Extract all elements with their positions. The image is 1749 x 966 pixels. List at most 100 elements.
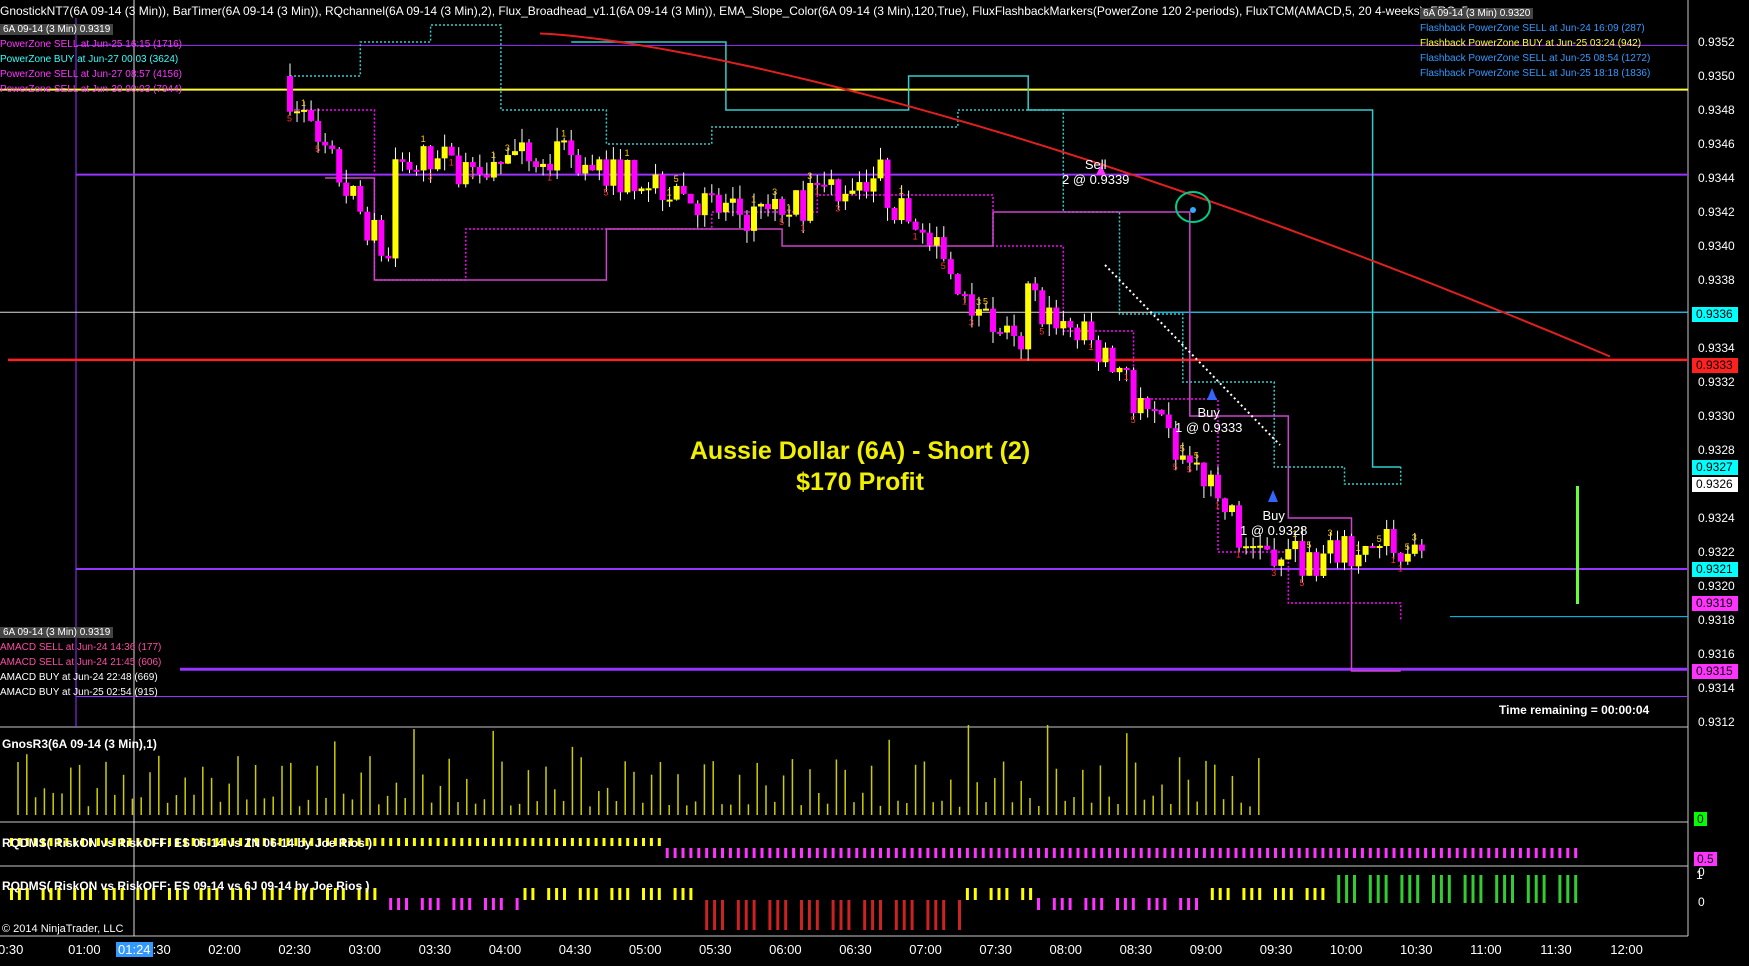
rqdms1-bar <box>373 838 377 846</box>
flux-level <box>571 41 1401 468</box>
rqdms2-bar <box>1226 888 1230 900</box>
candle-body <box>413 169 420 172</box>
rqdms1-bar <box>744 848 748 858</box>
rqdms1-bar <box>673 848 677 858</box>
rqdms2-bar <box>926 900 930 930</box>
candle-body <box>680 185 687 194</box>
rqdms2-bar <box>958 900 961 930</box>
candle-body <box>1362 546 1369 555</box>
rqdms1-bar <box>1424 848 1428 858</box>
candle-body <box>638 188 645 192</box>
candle-body <box>1053 307 1060 329</box>
candle-body <box>736 198 743 215</box>
rqdms1-bar <box>436 838 440 846</box>
price-tag: 0.9333 <box>1692 358 1738 373</box>
candle-body <box>511 151 518 156</box>
price-axis-tick: 0.9320 <box>1698 579 1735 593</box>
time-axis-tick: 01:00 <box>68 942 101 957</box>
candle-body <box>582 164 589 174</box>
rqdms2-bar <box>523 888 527 900</box>
candle-body <box>807 182 814 221</box>
rqdms2-bar <box>1305 888 1309 900</box>
rqdms2-bar <box>910 900 914 930</box>
candle-body <box>1193 462 1200 465</box>
candle-body <box>666 199 673 202</box>
candle-body <box>1025 283 1032 350</box>
bar-count-label: 5 <box>1180 443 1185 453</box>
rqdms2-bar <box>1511 875 1514 903</box>
candle-body <box>750 206 757 231</box>
candle-body <box>891 207 898 221</box>
rqdms1-bar <box>1108 848 1112 858</box>
bar-count-label: 1 <box>1356 543 1361 553</box>
candle-body <box>856 182 863 191</box>
rqdms1-bar <box>1179 848 1183 858</box>
rqdms2-bar <box>405 898 408 910</box>
candle-body <box>1067 321 1074 328</box>
bar-count-label: 1 <box>1215 500 1220 510</box>
rqdms2-bar <box>1432 875 1435 903</box>
candle-body <box>982 308 989 311</box>
candle-body <box>589 164 596 171</box>
candle-body <box>343 182 350 196</box>
candle-body <box>315 120 322 142</box>
time-axis-tick: 06:00 <box>769 942 802 957</box>
rqdms2-bar <box>752 900 756 930</box>
rqdms1-bar <box>1463 848 1467 858</box>
price-tag: 0.9321 <box>1692 562 1738 577</box>
rqdms1-bar <box>1052 848 1056 858</box>
rqdms2-bar <box>1092 898 1096 910</box>
rqdms1-bar <box>776 848 780 858</box>
candle-body <box>1060 321 1067 329</box>
rqdms1-bar <box>989 848 993 858</box>
rqdms2-bar <box>1289 888 1293 900</box>
candle-body <box>1221 498 1228 513</box>
candle-body <box>462 162 469 185</box>
price-tag: 0.9319 <box>1692 596 1738 611</box>
rqdms1-bar <box>602 838 606 846</box>
candle-body <box>1074 327 1081 341</box>
candle-body <box>975 309 982 316</box>
rqdms1-bar <box>1234 848 1238 858</box>
time-axis-tick: 11:30 <box>1540 942 1572 957</box>
rqdms1-bar <box>1503 848 1507 858</box>
rqdms1-bar <box>1250 848 1254 858</box>
rqdms1-bar <box>713 848 717 858</box>
rqdms1-bar <box>507 838 511 846</box>
rqdms1-bar <box>1439 848 1443 858</box>
rqdms1-bar <box>1495 848 1499 858</box>
rqdms1-bar <box>610 838 614 846</box>
rqdms1-bar <box>1337 848 1341 858</box>
rqdms2-bar <box>1400 875 1404 903</box>
rqdms2-bar <box>1345 875 1349 903</box>
price-tag: 0.9326 <box>1692 477 1738 492</box>
candle-body <box>533 161 540 167</box>
bar-count-label: 1 <box>751 194 756 204</box>
annotation-line: 6A 09-14 (3 Min) 0.9319 <box>0 24 114 35</box>
annotation-line: AMACD SELL at Jun-24 14:36 (177) <box>0 642 162 653</box>
rqdms1-bar <box>594 838 598 846</box>
rqdms1-bar <box>1147 848 1151 858</box>
rqdms2-bar <box>515 898 519 910</box>
bar-count-label: 1 <box>449 158 454 168</box>
rqdms1-bar <box>1123 848 1127 858</box>
rqdms2-bar <box>1376 875 1380 903</box>
rqdms2-bar <box>594 888 598 900</box>
rqdms2-bar <box>1005 888 1009 900</box>
candle-body <box>1186 455 1193 463</box>
rqdms1-bar <box>1360 848 1364 858</box>
rqdms2-bar <box>942 900 946 930</box>
rqdms1-bar <box>389 838 393 846</box>
candle-body <box>997 331 1004 334</box>
rqdms1-bar <box>555 838 559 846</box>
rqdms1-bar <box>563 838 566 846</box>
rqdms1-bar <box>1139 848 1143 858</box>
candle-body <box>540 163 547 167</box>
candle-body <box>842 193 849 202</box>
bar-count-label: 1 <box>1088 342 1093 352</box>
candle-body <box>294 111 301 114</box>
rq1-value-tag: 0.5 <box>1694 852 1717 866</box>
candle-body <box>652 174 659 189</box>
rqdms1-bar <box>1447 848 1451 858</box>
rqdms2-bar <box>657 888 661 900</box>
